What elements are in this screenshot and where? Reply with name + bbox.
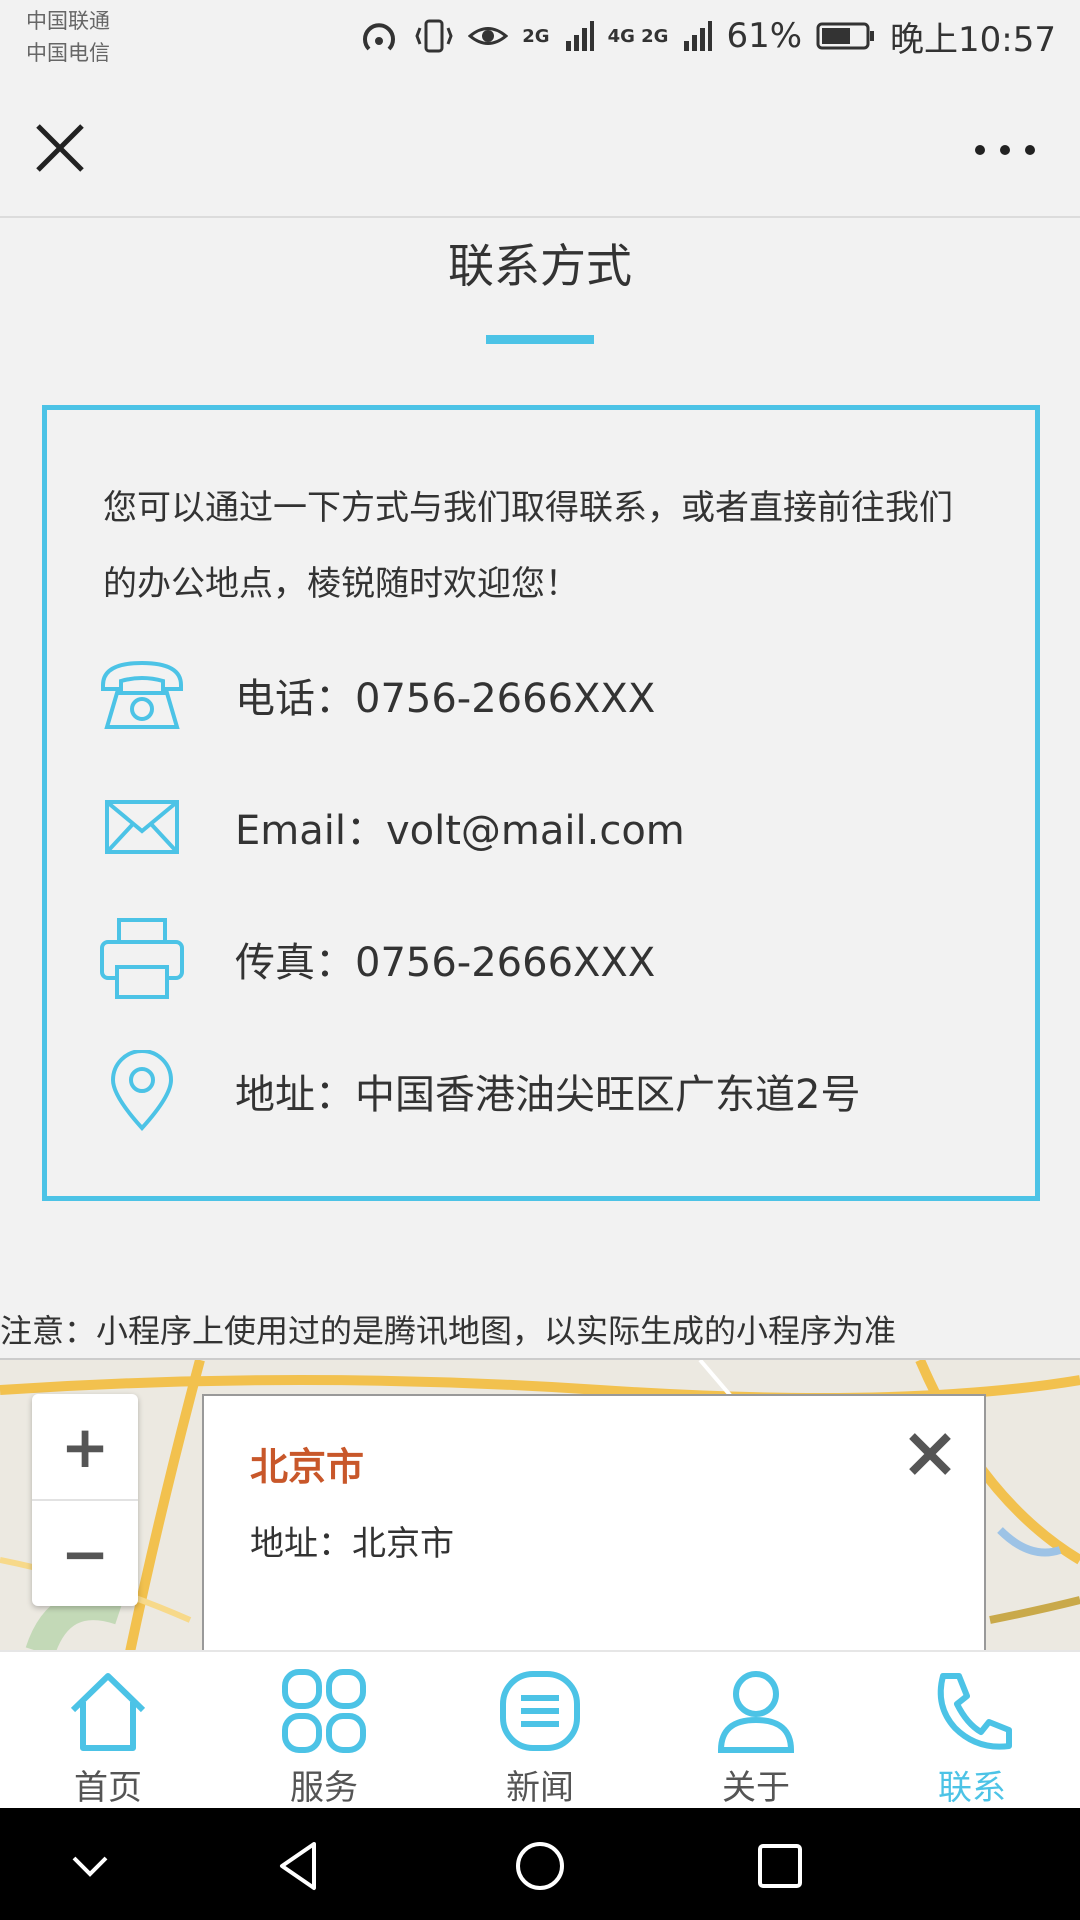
contact-row-phone[interactable]: 电话：0756-2666XXX (97, 650, 997, 740)
printer-icon (100, 918, 184, 999)
map-zoom-control: + − (32, 1394, 138, 1606)
tab-home[interactable]: 首页 (0, 1652, 216, 1810)
map-info-popup: 北京市 地址：北京市 (202, 1394, 986, 1652)
tab-news-label: 新闻 (506, 1768, 574, 1808)
system-nav-bar (0, 1808, 1080, 1920)
back-icon[interactable] (270, 1836, 330, 1896)
vibrate-icon (415, 19, 453, 53)
tab-contact[interactable]: 联系 (864, 1652, 1080, 1810)
hotspot-icon (363, 23, 396, 51)
tab-services[interactable]: 服务 (216, 1652, 432, 1810)
recents-icon[interactable] (750, 1836, 810, 1896)
zoom-out-button[interactable]: − (32, 1501, 138, 1606)
contact-email: Email：volt@mail.com (235, 808, 685, 854)
signal-2-label: 4G 2G (607, 25, 669, 47)
map-view[interactable]: + − 北京市 地址：北京市 (0, 1358, 1080, 1652)
phone-icon (937, 1673, 1012, 1750)
telephone-icon (101, 660, 183, 729)
signal-icon (565, 21, 594, 51)
eye-icon (468, 27, 509, 45)
news-icon (500, 1671, 580, 1751)
map-notice: 注意：小程序上使用过的是腾讯地图，以实际生成的小程序为准 (0, 1312, 897, 1350)
signal-icon-2 (684, 21, 713, 51)
contact-row-email[interactable]: Email：volt@mail.com (97, 782, 997, 872)
carrier-2: 中国电信 (26, 41, 110, 65)
title-underline (486, 335, 594, 344)
home-button-icon[interactable] (510, 1836, 570, 1896)
home-icon (70, 1673, 146, 1751)
contact-fax: 传真：0756-2666XXX (235, 940, 656, 986)
chevron-down-icon[interactable] (60, 1836, 120, 1896)
contact-row-address[interactable]: 地址：中国香港油尖旺区广东道2号 (97, 1046, 997, 1136)
person-icon (717, 1671, 795, 1753)
location-pin-icon (110, 1050, 174, 1131)
tab-home-label: 首页 (74, 1768, 142, 1808)
popup-address: 地址：北京市 (250, 1524, 454, 1564)
battery-icon (816, 22, 875, 50)
clock: 晚上10:57 (890, 19, 1056, 60)
contact-phone: 电话：0756-2666XXX (235, 676, 656, 722)
close-icon[interactable] (30, 118, 90, 178)
zoom-in-button[interactable]: + (32, 1394, 138, 1499)
signal-1-label: 2G (522, 25, 550, 47)
contact-address: 地址：中国香港油尖旺区广东道2号 (235, 1072, 861, 1118)
more-icon[interactable] (970, 140, 1040, 160)
contact-intro: 您可以通过一下方式与我们取得联系，或者直接前往我们的办公地点，棱锐随时欢迎您！ (103, 488, 953, 604)
tab-services-label: 服务 (290, 1768, 358, 1808)
status-icons: 2G 4G 2G 61% 晚上10:57 (358, 14, 1056, 60)
popup-title: 北京市 (250, 1445, 365, 1489)
mail-icon (105, 800, 179, 854)
page-title: 联系方式 (448, 239, 632, 293)
battery-percent: 61% (726, 16, 803, 56)
contact-card: 您可以通过一下方式与我们取得联系，或者直接前往我们的办公地点，棱锐随时欢迎您！ … (42, 405, 1040, 1201)
tab-about-label: 关于 (722, 1768, 790, 1808)
tab-contact-label: 联系 (938, 1768, 1006, 1808)
carrier-1: 中国联通 (26, 9, 110, 33)
mini-program-nav-bar (0, 78, 1080, 218)
tab-about[interactable]: 关于 (648, 1652, 864, 1810)
status-bar: 中国联通 中国电信 2G 4G 2G 61% 晚上10:57 (0, 0, 1080, 78)
grid-icon (282, 1669, 366, 1753)
tab-bar: 首页 服务 新闻 关于 联系 (0, 1650, 1080, 1810)
close-icon[interactable] (906, 1430, 954, 1478)
contact-row-fax[interactable]: 传真：0756-2666XXX (97, 914, 997, 1004)
tab-news[interactable]: 新闻 (432, 1652, 648, 1810)
